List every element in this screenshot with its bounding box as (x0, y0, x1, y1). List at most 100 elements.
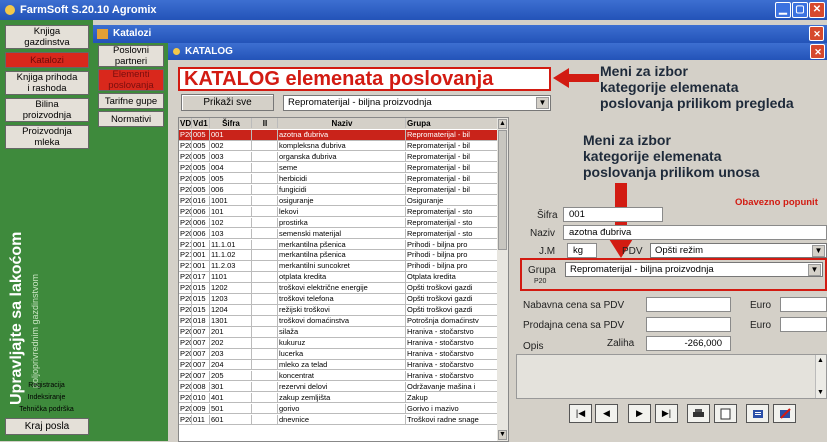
table-row[interactable]: P20008301 rezervni deloviOdržavanje mašin… (179, 381, 499, 393)
print-button[interactable] (687, 404, 710, 423)
table-row[interactable]: P200151203 troškovi telefonaOpšti troškov… (179, 294, 499, 305)
table-row[interactable]: P2100111.1.01 merkantilna pšenicaPrihodi … (179, 239, 499, 250)
table-row[interactable]: P200151204 režijski troškoviOpšti troškov… (179, 305, 499, 316)
cell-sifra: 1001 (210, 195, 252, 206)
chevron-down-icon[interactable]: ▼ (808, 264, 821, 276)
cell-vd: P20 (179, 316, 192, 327)
close-button[interactable]: ✕ (809, 2, 825, 18)
nav-katalozi[interactable]: Katalozi (5, 52, 89, 68)
scroll-thumb[interactable] (498, 130, 507, 250)
end-session-button[interactable]: Kraj posla (5, 418, 89, 435)
col-ii[interactable]: II (252, 118, 278, 128)
table-row[interactable]: P20006103 semenski materijalRepromaterija… (179, 228, 499, 240)
table-row[interactable]: P2100111.2.03 merkantilni suncokretPrihod… (179, 261, 499, 272)
table-row[interactable]: P200151202 troškovi električne energijeOp… (179, 283, 499, 294)
scroll-down-icon[interactable]: ▼ (817, 389, 824, 396)
registration-link[interactable]: Registracija (0, 382, 93, 389)
next-record-button[interactable]: ▶ (628, 404, 651, 423)
cell-naziv: prostirka (278, 217, 406, 228)
table-row[interactable]: P2100111.1.02 merkantilna pšenicaPrihodi … (179, 250, 499, 261)
table-row[interactable]: P20009501 gorivoGorivo i mazivo (179, 403, 499, 415)
table-scrollbar[interactable]: ▲ ▼ (497, 118, 508, 441)
cell-naziv: troškovi telefona (278, 294, 406, 305)
table-row[interactable]: P20007203 lucerkaHraniva - stočarstvo (179, 349, 499, 360)
table-row[interactable]: P20007202 kukuruzHraniva - stočarstvo (179, 338, 499, 349)
scroll-up-icon[interactable]: ▲ (498, 119, 507, 129)
scroll-up-icon[interactable]: ▲ (817, 357, 824, 364)
table-row[interactable]: P20005001 azotna đubrivaRepromaterijal - … (179, 130, 499, 141)
subnav-elementi-poslovanja[interactable]: Elementi poslovanja (98, 69, 164, 91)
maximize-button[interactable]: ▢ (792, 2, 808, 18)
subnav-normativi[interactable]: Normativi (98, 111, 164, 127)
scroll-down-icon[interactable]: ▼ (498, 430, 507, 440)
edit-record-button[interactable] (746, 404, 769, 423)
subnav-tarifne-grupe[interactable]: Tarifne gupe (98, 93, 164, 109)
cell-naziv: kukuruz (278, 338, 406, 349)
last-record-button[interactable]: ▶| (655, 404, 678, 423)
prev-record-button[interactable]: ◀ (595, 404, 618, 423)
nav-proizvodnja-mleka[interactable]: Proizvodnja mleka (5, 125, 89, 149)
chevron-down-icon[interactable]: ▼ (812, 245, 825, 257)
table-row[interactable]: P200161001 osiguranjeOsiguranje (179, 195, 499, 207)
cell-ii (252, 403, 278, 414)
cell-vd1: 018 (192, 316, 210, 327)
new-record-button[interactable] (714, 404, 737, 423)
cell-vd: P21 (179, 250, 192, 261)
opis-textarea[interactable]: ▲ ▼ (516, 354, 827, 399)
support-link[interactable]: Tehnička podrška (0, 406, 93, 413)
naziv-field[interactable]: azotna đubriva (563, 225, 827, 240)
show-all-button[interactable]: Prikaži sve (181, 94, 274, 111)
first-record-button[interactable]: |◀ (569, 404, 592, 423)
nabavna-field[interactable] (646, 297, 731, 312)
table-row[interactable]: P20005005herbicidiRepromaterijal - bil (179, 173, 499, 185)
prodajna-euro-label: Euro (750, 320, 772, 331)
col-vd1[interactable]: Vd1 (192, 118, 210, 128)
pdv-select[interactable]: Opšti režim ▼ (650, 243, 827, 258)
cell-ii (252, 162, 278, 173)
sifra-field[interactable]: 001 (563, 207, 663, 222)
cell-grupa: Zakup (406, 392, 499, 403)
katalog-close-button[interactable]: ✕ (810, 44, 825, 59)
jm-field[interactable]: kg (567, 243, 597, 258)
opis-scrollbar[interactable]: ▲ ▼ (815, 355, 826, 398)
cell-grupa: Hraniva - stočarstvo (406, 359, 499, 370)
table-row[interactable]: P20006101 lekoviRepromaterijal - sto (179, 206, 499, 218)
folder-icon (97, 29, 108, 39)
cell-sifra: 11.1.02 (210, 250, 252, 261)
table-row[interactable]: P20007201 silažaHraniva - stočarstvo (179, 327, 499, 338)
table-row[interactable]: P20005003 organska đubrivaRepromaterijal … (179, 151, 499, 163)
chevron-down-icon[interactable]: ▼ (536, 97, 549, 109)
table-row[interactable]: P20005002 kompleksna đubrivaRepromaterija… (179, 140, 499, 152)
col-grupa[interactable]: Grupa (406, 118, 499, 128)
col-sifra[interactable]: Šifra (210, 118, 252, 128)
nav-biljna-proizvodnja[interactable]: Bilina proizvodnja (5, 98, 89, 122)
minimize-button[interactable]: ▁ (775, 2, 791, 18)
category-filter-select[interactable]: Repromaterijal - biljna proizvodnja ▼ (283, 95, 551, 111)
table-row[interactable]: P20007204 mleko za teladHraniva - stočars… (179, 359, 499, 371)
nav-knjiga-prihoda[interactable]: Knjiga prihoda i rashoda (5, 71, 89, 95)
cell-ii (252, 173, 278, 184)
col-naziv[interactable]: Naziv (278, 118, 406, 128)
table-row[interactable]: P20005004 semeRepromaterijal - bil (179, 162, 499, 174)
subnav-poslovni-partneri[interactable]: Poslovni partneri (98, 45, 164, 67)
cell-grupa: Repromaterijal - bil (406, 151, 499, 162)
nabavna-euro-field[interactable] (780, 297, 827, 312)
col-vd[interactable]: VD (179, 118, 192, 128)
prodajna-field[interactable] (646, 317, 731, 332)
prodajna-euro-field[interactable] (780, 317, 827, 332)
indexing-link[interactable]: Indeksiranje (0, 394, 93, 401)
table-row[interactable]: P200171101 otplata kreditaOtplata kredita (179, 272, 499, 283)
table-row[interactable]: P20007205 koncentratHraniva - stočarstvo (179, 370, 499, 382)
app-icon (5, 5, 15, 15)
cell-sifra: 501 (210, 403, 252, 414)
table-row[interactable]: P20006102 prostirkaRepromaterijal - sto (179, 217, 499, 229)
table-row[interactable]: P20010401 zakup zemljištaZakup (179, 392, 499, 404)
table-row[interactable]: P20005006 fungicidiRepromaterijal - bil (179, 184, 499, 196)
delete-record-button[interactable] (773, 404, 796, 423)
nav-knjiga-gazdinstva[interactable]: Knjiga gazdinstva (5, 25, 89, 49)
katalozi-close-button[interactable]: ✕ (809, 26, 824, 41)
cell-naziv: lekovi (278, 206, 406, 217)
grupa-select[interactable]: Repromaterijal - biljna proizvodnja ▼ (565, 262, 823, 277)
table-row[interactable]: P200181301 troškovi domaćinstvaPotrošnja … (179, 316, 499, 327)
table-row[interactable]: P20011601 dnevniceTroškovi radne snage (179, 414, 499, 426)
